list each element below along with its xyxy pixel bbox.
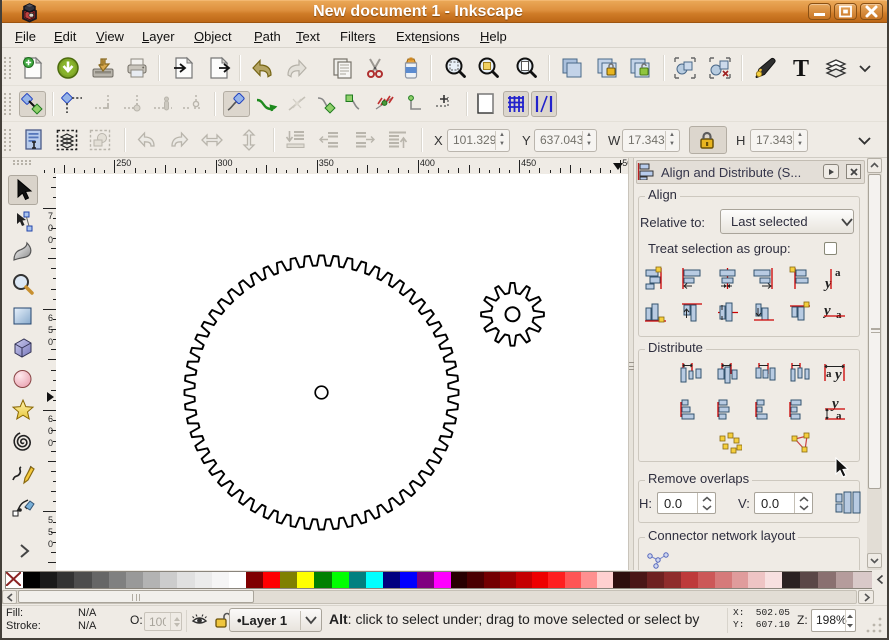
svg-text:T: T bbox=[793, 56, 809, 80]
svg-text:y: y bbox=[833, 367, 842, 383]
svg-text:a: a bbox=[826, 368, 832, 380]
svg-text:a: a bbox=[836, 309, 842, 321]
svg-text:a: a bbox=[835, 267, 841, 279]
